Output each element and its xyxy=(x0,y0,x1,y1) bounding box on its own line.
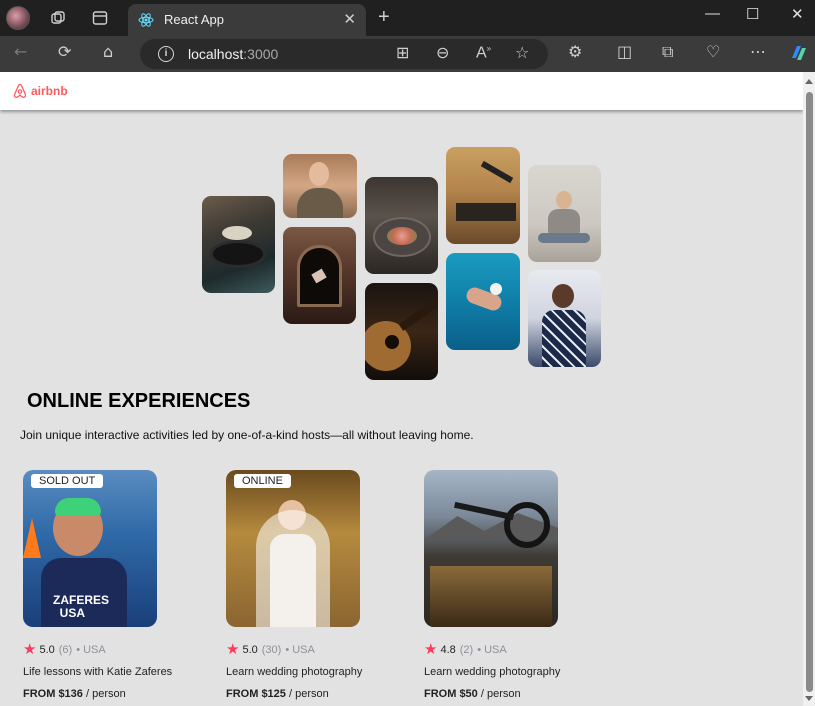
address-text: localhost:3000 xyxy=(188,46,279,62)
scroll-down-icon[interactable] xyxy=(805,696,813,701)
zoom-out-icon[interactable]: ⊖ xyxy=(436,45,449,61)
logo-text: airbnb xyxy=(31,84,68,98)
card-rating: ★ 4.8 (2) • USA xyxy=(424,641,507,658)
maximize-icon[interactable]: ☐ xyxy=(746,5,759,23)
close-tab-icon[interactable]: ✕ xyxy=(343,10,356,28)
star-icon: ★ xyxy=(424,641,438,658)
browser-essentials-icon[interactable]: ♡ xyxy=(706,44,720,60)
refresh-icon[interactable]: ⟳ xyxy=(58,44,71,60)
copilot-icon[interactable] xyxy=(788,42,810,67)
card-price: FROM $50 / person xyxy=(424,688,521,700)
card-title: Learn wedding photography xyxy=(226,666,363,678)
card-title: Life lessons with Katie Zaferes xyxy=(23,666,173,678)
home-icon[interactable]: ⌂ xyxy=(103,44,113,60)
page-viewport: airbnb ONLINE EXPERIENCES Join unique in… xyxy=(0,72,803,706)
section-title: ONLINE EXPERIENCES xyxy=(27,390,251,412)
section-description: Join unique interactive activities led b… xyxy=(20,428,474,442)
minimize-icon[interactable]: — xyxy=(705,5,720,22)
card-rating: ★ 5.0 (6) • USA xyxy=(23,641,106,658)
read-aloud-icon[interactable]: A» xyxy=(476,45,491,61)
status-badge: ONLINE xyxy=(234,474,291,488)
browser-tab-bar: React App ✕ + — ☐ ✕ xyxy=(0,0,815,36)
card-price: FROM $136 / person xyxy=(23,688,126,700)
profile-avatar[interactable] xyxy=(6,6,30,30)
address-bar[interactable]: i localhost:3000 ⊞ ⊖ A» ☆ xyxy=(140,39,548,69)
experience-card[interactable]: ONLINE ★ 5.0 (30) • USA Learn wedding ph… xyxy=(226,470,406,700)
tab-title: React App xyxy=(164,12,224,27)
browser-toolbar: ← ⟳ ⌂ i localhost:3000 ⊞ ⊖ A» ☆ ⚙ ◫ ⧉ ♡ … xyxy=(0,36,815,72)
star-icon: ★ xyxy=(23,641,37,658)
experience-card[interactable]: ZAFERES USA SOLD OUT ★ 5.0 (6) • USA Lif… xyxy=(23,470,203,700)
airbnb-logo[interactable]: airbnb xyxy=(12,83,68,99)
page-scrollbar[interactable] xyxy=(803,72,815,706)
site-navbar: airbnb xyxy=(0,72,803,110)
more-menu-icon[interactable]: ⋯ xyxy=(750,44,766,60)
status-badge: SOLD OUT xyxy=(31,474,104,488)
collections-icon[interactable]: ⧉ xyxy=(662,44,673,60)
card-price: FROM $125 / person xyxy=(226,688,329,700)
site-info-icon[interactable]: i xyxy=(158,46,174,62)
airbnb-icon xyxy=(13,83,27,98)
hero-photo-microphone xyxy=(446,147,520,244)
tab-actions-icon[interactable] xyxy=(92,10,108,29)
favorite-star-icon[interactable]: ☆ xyxy=(515,45,529,61)
react-icon xyxy=(138,13,154,27)
hero-photo-singer xyxy=(528,270,601,367)
new-tab-icon[interactable]: + xyxy=(378,6,390,29)
hero-photo-dancer-door xyxy=(283,227,356,324)
hero-photo-cooking xyxy=(202,196,275,293)
scroll-thumb[interactable] xyxy=(806,92,813,692)
hero-photo-guitar xyxy=(365,283,438,380)
star-icon: ★ xyxy=(226,641,240,658)
back-icon[interactable]: ← xyxy=(14,44,27,60)
hero-photo-yoga xyxy=(528,165,601,262)
split-screen-icon[interactable]: ◫ xyxy=(617,44,632,60)
extensions-icon[interactable]: ⚙ xyxy=(568,44,582,60)
card-title: Learn wedding photography xyxy=(424,666,561,678)
card-photo-wedding: ONLINE xyxy=(226,470,360,627)
workspaces-icon[interactable] xyxy=(50,10,66,29)
hero-photo-swimmer xyxy=(446,253,520,350)
hero-photo-woman-smiling xyxy=(283,154,357,218)
card-rating: ★ 5.0 (30) • USA xyxy=(226,641,315,658)
hero-photo-food-plate xyxy=(365,177,438,274)
card-photo-bike xyxy=(424,470,558,627)
card-photo-katie: ZAFERES USA SOLD OUT xyxy=(23,470,157,627)
apps-icon[interactable]: ⊞ xyxy=(396,45,409,61)
experience-card[interactable]: ★ 4.8 (2) • USA Learn wedding photograph… xyxy=(424,470,604,700)
scroll-up-icon[interactable] xyxy=(805,79,813,84)
tab-react-app[interactable]: React App ✕ xyxy=(128,4,366,36)
window-close-icon[interactable]: ✕ xyxy=(791,5,804,23)
